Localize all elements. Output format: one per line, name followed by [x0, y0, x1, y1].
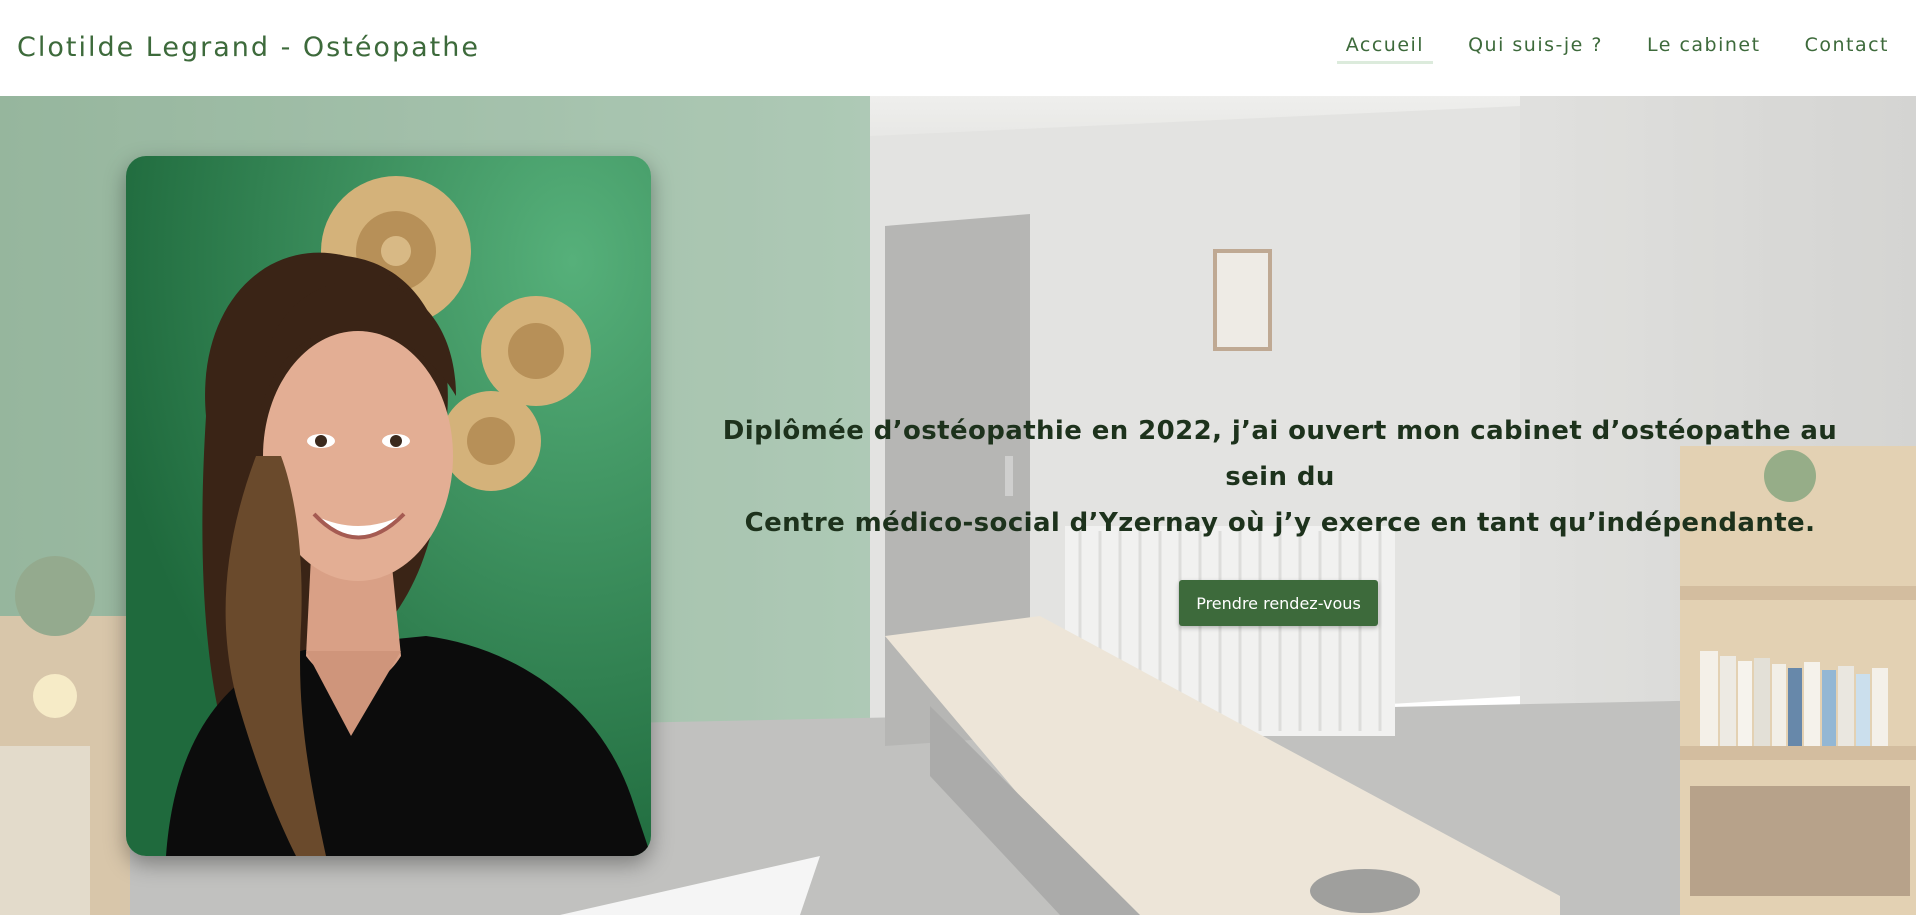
portrait-illustration [126, 156, 651, 856]
nav-item-le-cabinet[interactable]: Le cabinet [1638, 28, 1770, 64]
hero-tagline: Diplômée d’ostéopathie en 2022, j’ai ouv… [700, 408, 1860, 546]
appointment-button[interactable]: Prendre rendez-vous [1179, 580, 1378, 626]
site-title[interactable]: Clotilde Legrand - Ostéopathe [17, 32, 480, 63]
nav-item-qui-suis-je[interactable]: Qui suis-je ? [1459, 28, 1612, 64]
tagline-line-2: Centre médico-social d’Yzernay où j’y ex… [744, 508, 1816, 538]
portrait-photo [126, 156, 651, 856]
nav-item-accueil[interactable]: Accueil [1336, 28, 1434, 64]
site-header: Clotilde Legrand - Ostéopathe Accueil Qu… [0, 0, 1916, 96]
tagline-line-1: Diplômée d’ostéopathie en 2022, j’ai ouv… [722, 416, 1838, 492]
nav-item-contact[interactable]: Contact [1796, 28, 1898, 64]
main-nav: Accueil Qui suis-je ? Le cabinet Contact [1311, 28, 1898, 64]
hero-section: Diplômée d’ostéopathie en 2022, j’ai ouv… [0, 96, 1916, 915]
